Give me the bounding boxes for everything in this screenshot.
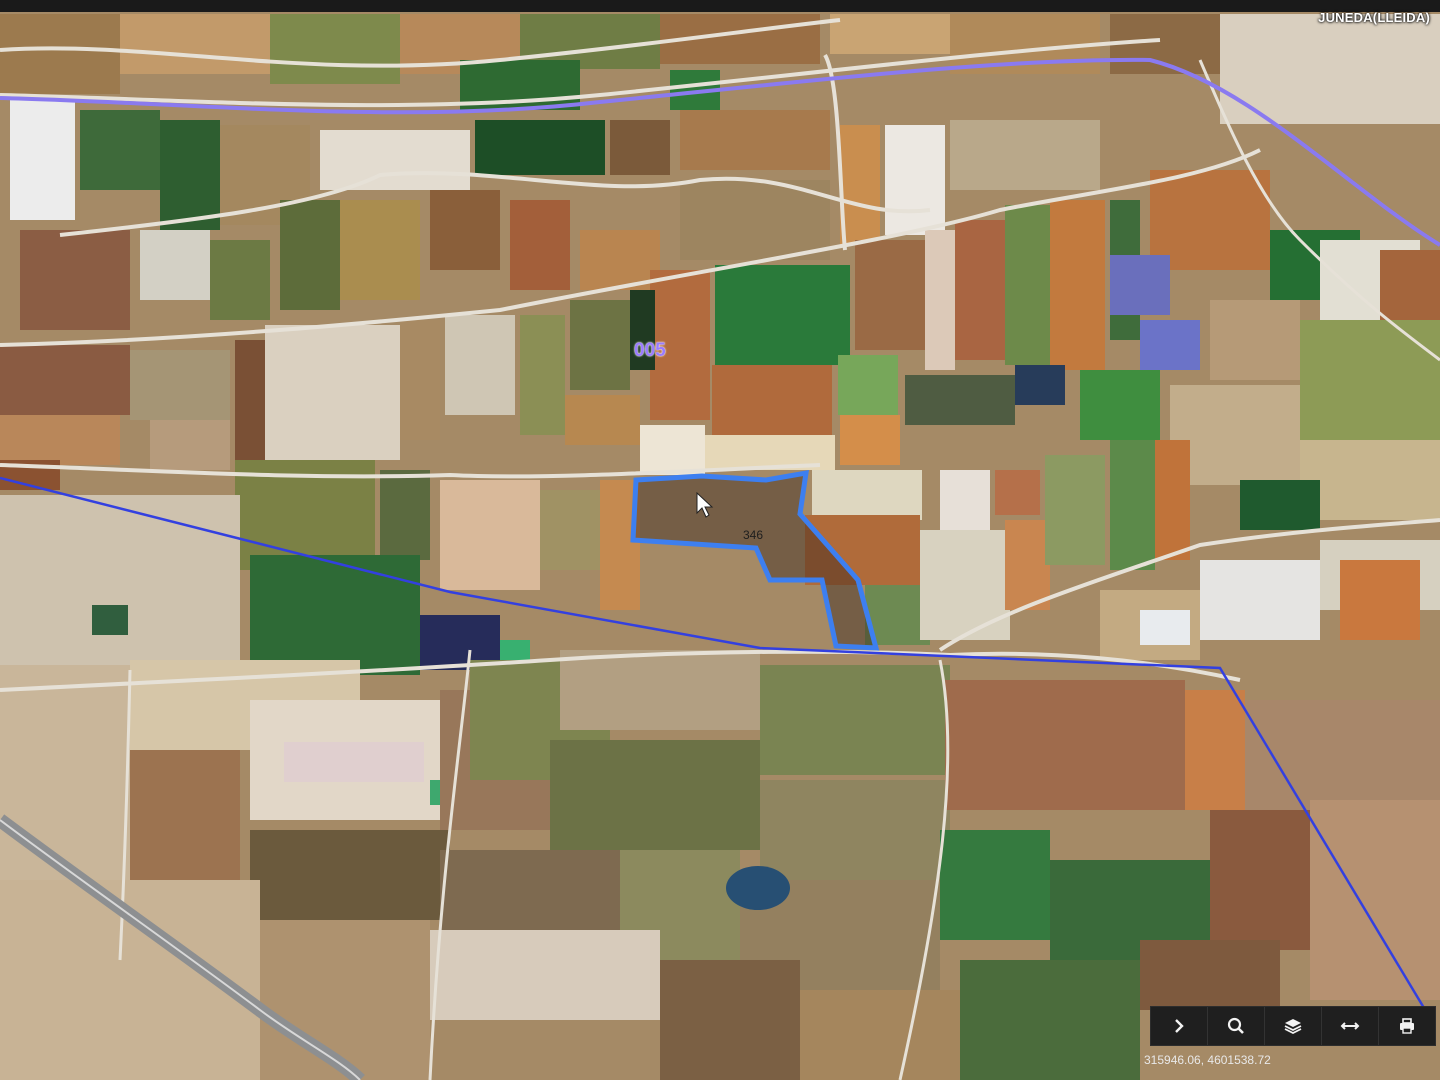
- measure-button[interactable]: [1322, 1007, 1379, 1045]
- parcel-label: 346: [743, 528, 764, 542]
- aerial-map[interactable]: [0, 0, 1440, 1080]
- search-button[interactable]: [1208, 1007, 1265, 1045]
- coordinate-readout: 315946.06, 4601538.72: [1144, 1053, 1271, 1067]
- layers-icon: [1284, 1019, 1302, 1035]
- map-viewport[interactable]: JUNEDA(LLEIDA) 005 346 315946.06, 460153…: [0, 0, 1440, 1080]
- chevron-right-icon: [1175, 1019, 1184, 1033]
- polygon-label: 005: [634, 340, 666, 361]
- layers-button[interactable]: [1265, 1007, 1322, 1045]
- print-icon: [1400, 1018, 1414, 1034]
- map-toolbar: [1150, 1006, 1436, 1046]
- municipality-label: JUNEDA(LLEIDA): [1318, 10, 1430, 25]
- mouse-cursor-icon: [696, 492, 714, 518]
- measure-icon: [1340, 1022, 1360, 1030]
- expand-button[interactable]: [1151, 1007, 1208, 1045]
- search-icon: [1227, 1017, 1244, 1034]
- print-button[interactable]: [1379, 1007, 1435, 1045]
